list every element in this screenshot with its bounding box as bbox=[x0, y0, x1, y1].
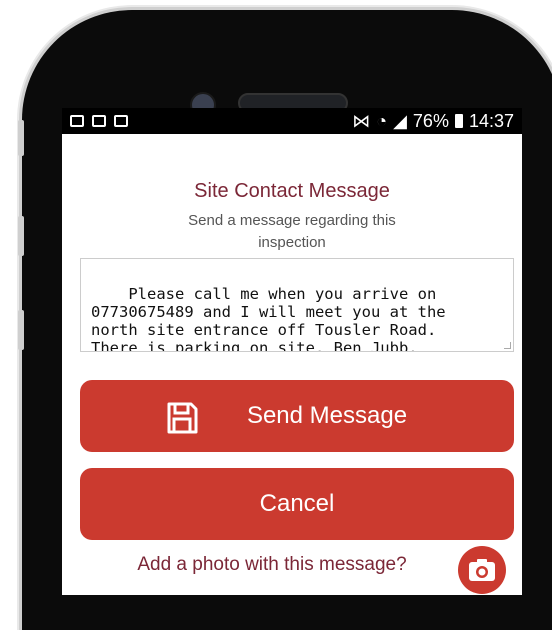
dialog-title: Site Contact Message bbox=[194, 180, 390, 202]
youtube-icon bbox=[70, 115, 84, 127]
notification-icons bbox=[70, 115, 128, 127]
wifi-icon: ◔ bbox=[376, 110, 388, 131]
message-text: Please call me when you arrive on 077306… bbox=[91, 285, 446, 352]
battery-level: 76% bbox=[412, 110, 449, 131]
image-icon bbox=[92, 115, 106, 127]
save-icon bbox=[167, 402, 198, 434]
system-status: ⋈ ◔ ◢ 76% 14:37 bbox=[352, 111, 514, 132]
mute-icon: ⋈ bbox=[352, 110, 371, 131]
app-screen: Site Contact Message Send a message rega… bbox=[62, 134, 522, 595]
cancel-button[interactable]: Cancel bbox=[80, 468, 514, 540]
side-button bbox=[18, 216, 24, 256]
dialog-subtitle: Send a message regarding this inspection bbox=[188, 212, 396, 251]
add-photo-button[interactable] bbox=[458, 546, 506, 594]
message-textarea[interactable]: Please call me when you arrive on 077306… bbox=[80, 258, 514, 352]
send-message-label: Send Message bbox=[246, 402, 408, 429]
send-message-button[interactable]: Send Message bbox=[80, 380, 514, 452]
signal-icon: ◢ bbox=[393, 110, 407, 131]
clock: 14:37 bbox=[468, 110, 514, 131]
photo-icon bbox=[114, 115, 128, 127]
cancel-label: Cancel bbox=[259, 490, 335, 517]
side-button bbox=[18, 310, 24, 350]
camera-icon bbox=[469, 559, 495, 581]
battery-icon bbox=[454, 114, 463, 128]
side-button bbox=[18, 120, 24, 156]
resize-handle[interactable] bbox=[504, 342, 511, 349]
add-photo-link[interactable]: Add a photo with this message? bbox=[62, 554, 482, 576]
status-bar: ⋈ ◔ ◢ 76% 14:37 bbox=[62, 108, 522, 134]
